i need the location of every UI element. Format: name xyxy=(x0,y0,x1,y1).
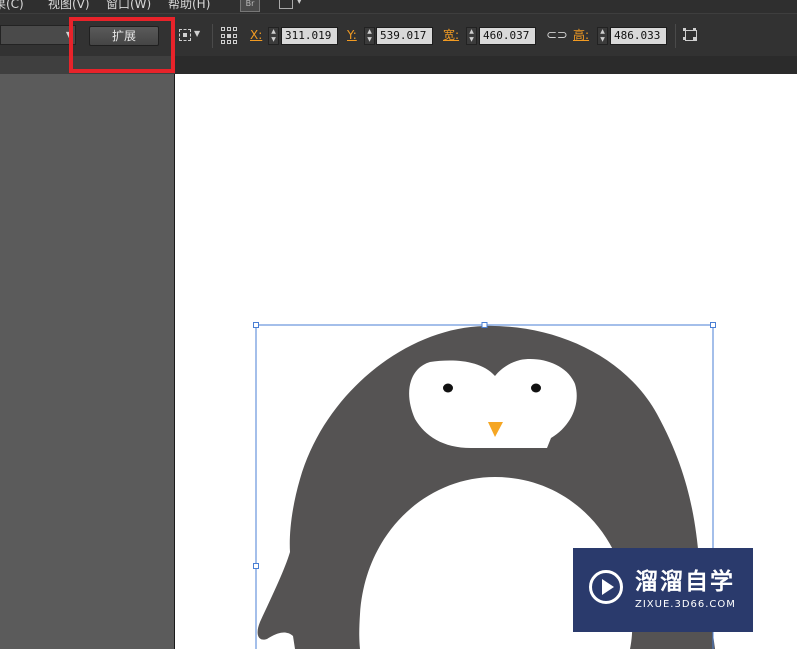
link-icon[interactable]: ⊂⊃ xyxy=(546,29,568,42)
selection-handle xyxy=(481,322,488,328)
play-logo-icon xyxy=(589,570,623,604)
selection-handle xyxy=(253,322,259,328)
menu-bar: 果(C) 视图(V) 窗口(W) 帮助(H) Br ▾ xyxy=(0,0,797,13)
menu-help[interactable]: 帮助(H) xyxy=(168,0,210,10)
transform-icon[interactable] xyxy=(683,28,697,41)
y-stepper[interactable]: ▲ ▼ xyxy=(364,27,375,45)
divider xyxy=(172,24,173,48)
selection-handle xyxy=(253,563,259,569)
width-stepper[interactable]: ▲ ▼ xyxy=(466,27,477,45)
watermark-subtitle: ZIXUE.3D66.COM xyxy=(635,599,736,610)
reference-point-icon[interactable] xyxy=(179,29,191,41)
control-bar: ▼ 扩展 ▼ X: ▲▼ 311.019 : Y: ▲▼ 539.017 : 宽… xyxy=(0,13,797,56)
chevron-down-icon[interactable]: ▼ xyxy=(194,29,200,38)
penguin-eye-left xyxy=(443,383,453,393)
y-field[interactable]: 539.017 : xyxy=(376,27,433,45)
tools-panel xyxy=(0,74,175,649)
watermark: 溜溜自学 ZIXUE.3D66.COM xyxy=(573,548,753,632)
selection-handle xyxy=(710,322,716,328)
bridge-icon[interactable]: Br xyxy=(240,0,260,12)
divider xyxy=(675,24,676,48)
x-label: X: xyxy=(250,28,263,42)
watermark-title: 溜溜自学 xyxy=(635,569,735,595)
style-dropdown[interactable]: ▼ xyxy=(0,25,76,45)
menu-effect[interactable]: 果(C) xyxy=(0,0,24,10)
divider xyxy=(212,24,213,48)
grid-align-icon[interactable] xyxy=(221,27,239,45)
width-label: 宽: xyxy=(443,28,460,42)
workspace-icon[interactable] xyxy=(279,0,293,9)
width-field[interactable]: 460.037 : xyxy=(479,27,536,45)
workspace-dropdown-arrow[interactable]: ▾ xyxy=(297,0,302,7)
tab-strip-empty xyxy=(175,56,797,74)
menu-window[interactable]: 窗口(W) xyxy=(106,0,151,10)
height-field[interactable]: 486.033 : xyxy=(610,27,667,45)
height-stepper[interactable]: ▲ ▼ xyxy=(597,27,608,45)
penguin-eye-right xyxy=(531,383,541,393)
height-label: 高: xyxy=(573,28,590,42)
document-tab-strip xyxy=(0,56,797,74)
chevron-down-icon: ▼ xyxy=(65,30,72,39)
y-label: Y: xyxy=(347,28,357,42)
expand-button[interactable]: 扩展 xyxy=(89,26,159,46)
x-stepper[interactable]: ▲ ▼ xyxy=(268,27,279,45)
menu-view[interactable]: 视图(V) xyxy=(48,0,90,10)
x-field[interactable]: 311.019 : xyxy=(281,27,338,45)
